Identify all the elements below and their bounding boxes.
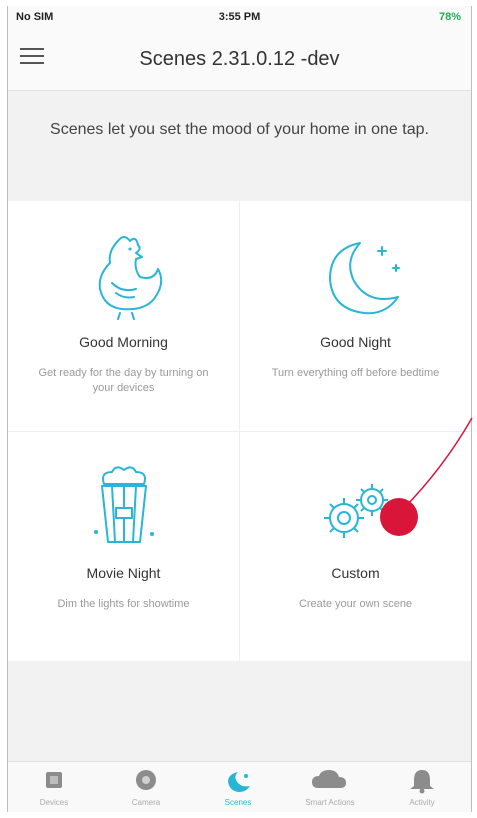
scene-card-good-morning[interactable]: Good Morning Get ready for the day by tu… — [8, 201, 239, 430]
tab-smart-actions[interactable]: Smart Actions — [284, 768, 376, 812]
popcorn-icon — [8, 462, 239, 552]
tab-scenes[interactable]: Scenes — [192, 768, 284, 812]
scene-name: Good Morning — [79, 334, 168, 350]
scene-name: Movie Night — [86, 565, 161, 581]
scene-description: Turn everything off before bedtime — [271, 367, 440, 379]
app-screen: No SIM 3:55 PM 78% Scenes 2.31.0.12 -dev… — [7, 6, 472, 812]
tab-label: Activity — [409, 798, 435, 807]
tab-bar: Devices Camera Scenes Smart Actions Acti… — [8, 761, 471, 812]
scene-card-good-night[interactable]: Good Night Turn everything off before be… — [240, 201, 471, 430]
scenes-icon — [228, 772, 250, 792]
scene-card-movie-night[interactable]: Movie Night Dim the lights for showtime — [8, 432, 239, 661]
moon-icon — [240, 231, 471, 321]
tab-camera[interactable]: Camera — [100, 768, 192, 812]
tab-activity[interactable]: Activity — [376, 768, 468, 812]
tab-devices[interactable]: Devices — [8, 768, 100, 812]
gears-icon — [240, 462, 471, 552]
tab-label: Camera — [131, 798, 161, 807]
scene-name: Good Night — [320, 334, 391, 350]
battery-indicator: 78% — [438, 11, 461, 23]
tab-label: Smart Actions — [305, 798, 355, 807]
scene-grid: Good Morning Get ready for the day by tu… — [8, 201, 471, 661]
scene-description: Create your own scene — [298, 598, 413, 610]
scene-description: Get ready for the day by turning on your… — [38, 367, 209, 394]
header: Scenes 2.31.0.12 -dev — [8, 28, 471, 91]
status-bar: No SIM 3:55 PM 78% — [8, 6, 471, 28]
clock: 3:55 PM — [218, 11, 261, 23]
camera-icon — [136, 770, 156, 790]
tab-label: Devices — [39, 798, 69, 807]
click-marker — [380, 498, 418, 536]
scene-card-custom[interactable]: Custom Create your own scene — [240, 432, 471, 661]
page-title: Scenes 2.31.0.12 -dev — [139, 48, 340, 70]
bell-icon — [410, 770, 434, 794]
rooster-icon — [8, 231, 239, 321]
cloud-icon — [312, 770, 346, 788]
devices-icon — [46, 772, 62, 788]
scene-name: Custom — [331, 565, 380, 581]
tab-label: Scenes — [224, 798, 252, 807]
scene-description: Dim the lights for showtime — [57, 598, 190, 610]
intro-text: Scenes let you set the mood of your home… — [50, 121, 429, 138]
